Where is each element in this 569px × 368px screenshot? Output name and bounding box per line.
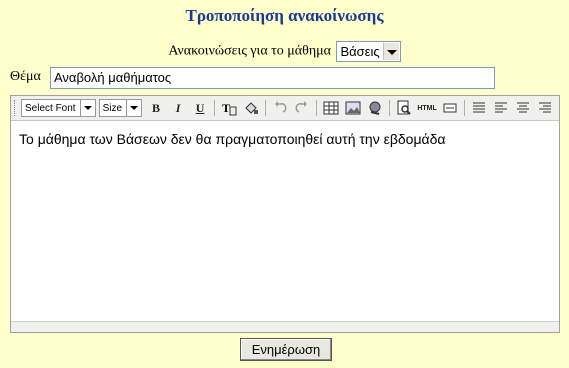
paint-bucket-icon[interactable] bbox=[241, 98, 261, 118]
font-select[interactable]: Select Font bbox=[21, 99, 96, 117]
editor-content[interactable]: Το μάθημα των Βάσεων δεν θα πραγματοποιη… bbox=[11, 121, 559, 157]
editor-toolbar: Select Font Size B I U T HTML bbox=[11, 96, 559, 121]
chevron-down-icon[interactable] bbox=[382, 43, 399, 60]
preview-icon[interactable] bbox=[394, 98, 414, 118]
editor-statusbar bbox=[11, 321, 559, 332]
link-icon[interactable] bbox=[365, 98, 385, 118]
underline-button[interactable]: U bbox=[190, 98, 210, 118]
update-button[interactable]: Ενημέρωση bbox=[240, 338, 332, 361]
size-select-label: Size bbox=[102, 102, 123, 114]
remove-format-icon[interactable]: T bbox=[219, 98, 239, 118]
course-label: Ανακοινώσεις για το μάθημα bbox=[168, 43, 331, 59]
toolbar-separator bbox=[316, 100, 318, 116]
chevron-down-icon[interactable] bbox=[126, 100, 141, 116]
html-button[interactable]: HTML bbox=[416, 98, 438, 118]
course-row: Ανακοινώσεις για το μάθημα Βάσεις bbox=[0, 41, 569, 62]
italic-button[interactable]: I bbox=[168, 98, 188, 118]
course-select-value: Βάσεις bbox=[340, 44, 380, 59]
justify-full-icon[interactable] bbox=[469, 98, 489, 118]
undo-icon[interactable] bbox=[270, 98, 290, 118]
subject-input[interactable]: Αναβολή μαθήματος bbox=[50, 67, 495, 89]
toolbar-separator bbox=[214, 100, 216, 116]
toolbar-grip-icon[interactable] bbox=[14, 100, 17, 116]
align-right-icon[interactable] bbox=[535, 98, 555, 118]
chevron-down-icon[interactable] bbox=[79, 100, 95, 116]
align-center-icon[interactable] bbox=[513, 98, 533, 118]
image-icon[interactable] bbox=[343, 98, 363, 118]
toolbar-separator bbox=[389, 100, 391, 116]
redo-icon[interactable] bbox=[292, 98, 312, 118]
font-select-label: Select Font bbox=[25, 102, 76, 114]
form-field-icon[interactable] bbox=[440, 98, 460, 118]
toolbar-separator bbox=[265, 100, 267, 116]
page-title: Τροποποίηση ανακοίνωσης bbox=[185, 6, 384, 25]
rich-text-editor: Select Font Size B I U T HTML Το μάθημα … bbox=[10, 95, 560, 333]
svg-text:T: T bbox=[222, 101, 230, 115]
toolbar-separator bbox=[464, 100, 466, 116]
bold-button[interactable]: B bbox=[146, 98, 166, 118]
subject-label: Θέμα bbox=[10, 69, 41, 84]
size-select[interactable]: Size bbox=[98, 99, 143, 117]
course-select[interactable]: Βάσεις bbox=[336, 41, 401, 62]
table-icon[interactable] bbox=[321, 98, 341, 118]
align-left-icon[interactable] bbox=[491, 98, 511, 118]
